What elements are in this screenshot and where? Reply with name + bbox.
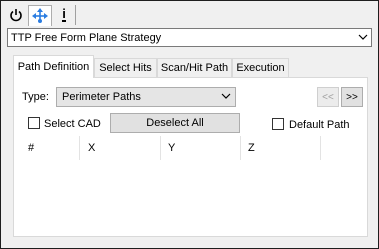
prev-button[interactable]: << <box>317 87 339 107</box>
column-header-x[interactable]: X <box>80 136 161 160</box>
info-icon: i <box>62 6 66 22</box>
type-label: Type: <box>22 91 49 103</box>
column-header-z[interactable]: Z <box>241 136 321 160</box>
strategy-dropdown[interactable]: TTP Free Form Plane Strategy <box>7 28 372 47</box>
path-table-header: # X Y Z <box>14 136 369 160</box>
strategy-window: i TTP Free Form Plane Strategy Path Defi… <box>0 0 379 249</box>
type-value: Perimeter Paths <box>62 91 141 103</box>
column-header-index[interactable]: # <box>14 136 80 160</box>
tab-path-definition[interactable]: Path Definition <box>13 55 94 78</box>
move-axes-button[interactable] <box>28 5 52 26</box>
move-axes-icon <box>32 8 48 23</box>
type-dropdown[interactable]: Perimeter Paths <box>56 87 236 107</box>
info-button[interactable]: i <box>53 5 76 25</box>
power-button[interactable] <box>5 5 27 25</box>
path-definition-panel: Type: Perimeter Paths << >> Select CAD D… <box>13 77 368 237</box>
next-button[interactable]: >> <box>341 87 363 107</box>
strategy-value: TTP Free Form Plane Strategy <box>11 32 162 44</box>
chevron-down-icon <box>221 93 231 99</box>
default-path-label: Default Path <box>289 119 350 131</box>
column-header-y[interactable]: Y <box>161 136 241 160</box>
tab-execution[interactable]: Execution <box>232 58 289 77</box>
power-icon <box>10 9 22 22</box>
select-cad-label: Select CAD <box>44 118 101 130</box>
default-path-checkbox[interactable] <box>272 118 284 130</box>
select-cad-checkbox[interactable] <box>28 117 40 129</box>
deselect-all-button[interactable]: Deselect All <box>110 113 240 133</box>
tab-select-hits[interactable]: Select Hits <box>94 58 157 77</box>
chevron-down-icon <box>358 34 368 40</box>
tab-scan-hit-path[interactable]: Scan/Hit Path <box>157 58 232 77</box>
